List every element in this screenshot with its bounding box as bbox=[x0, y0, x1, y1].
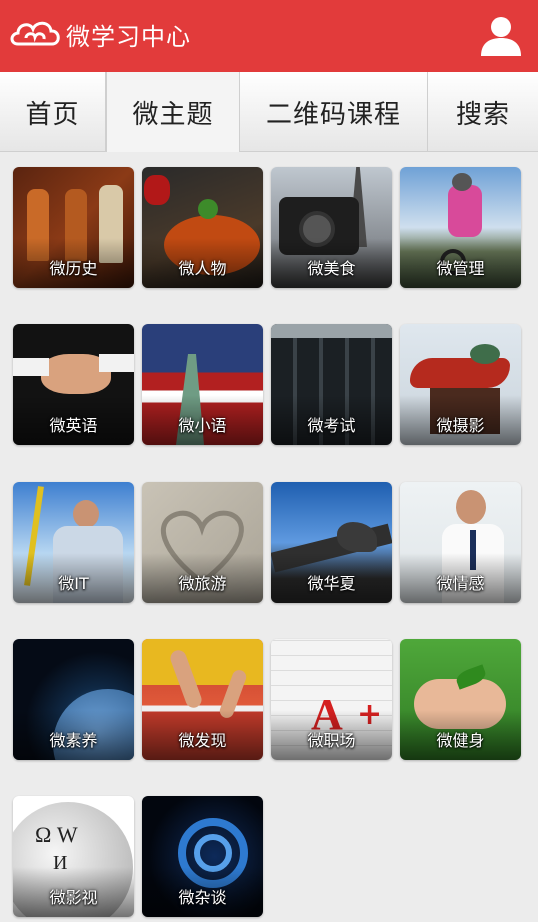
tile-label: 微管理 bbox=[436, 259, 485, 278]
app-logo[interactable]: 微学习中心 bbox=[8, 16, 191, 52]
tab-micro-topics[interactable]: 微主题 bbox=[106, 72, 240, 152]
tab-qrcode-courses[interactable]: 二维码课程 bbox=[240, 72, 428, 152]
topic-tile-photography[interactable]: 微摄影 bbox=[400, 324, 521, 445]
tile-label: 微健身 bbox=[436, 731, 485, 750]
app-header: 微学习中心 bbox=[0, 0, 538, 72]
topic-tile-it[interactable]: 微IT bbox=[13, 482, 134, 603]
topic-tile-china[interactable]: 微华夏 bbox=[271, 482, 392, 603]
topic-tile-fitness[interactable]: 微健身 bbox=[400, 639, 521, 760]
topic-tile-food[interactable]: 微美食 bbox=[271, 167, 392, 288]
tile-label: 微美食 bbox=[307, 259, 356, 278]
app-title: 微学习中心 bbox=[66, 22, 191, 51]
tile-label: 微IT bbox=[58, 574, 89, 593]
topic-tile-discovery[interactable]: 微发现 bbox=[142, 639, 263, 760]
tile-label: 微人物 bbox=[178, 259, 227, 278]
topic-tile-english[interactable]: 微英语 bbox=[13, 324, 134, 445]
tile-label: 微考试 bbox=[307, 416, 356, 435]
tile-label: 微杂谈 bbox=[178, 888, 227, 907]
tab-home[interactable]: 首页 bbox=[0, 72, 106, 152]
topic-tile-emotion[interactable]: 微情感 bbox=[400, 482, 521, 603]
tile-label: 微旅游 bbox=[178, 574, 227, 593]
topic-tile-management[interactable]: 微管理 bbox=[400, 167, 521, 288]
topic-tile-misc-talk[interactable]: 微杂谈 bbox=[142, 796, 263, 917]
topic-tile-history[interactable]: 微历史 bbox=[13, 167, 134, 288]
tile-label: 微历史 bbox=[49, 259, 98, 278]
tile-label: 微英语 bbox=[49, 416, 98, 435]
topic-tile-travel[interactable]: 微旅游 bbox=[142, 482, 263, 603]
tile-label: 微发现 bbox=[178, 731, 227, 750]
tab-search[interactable]: 搜索 bbox=[428, 72, 538, 152]
tile-label: 微素养 bbox=[49, 731, 98, 750]
topic-tile-exam[interactable]: 微考试 bbox=[271, 324, 392, 445]
tile-label: 微职场 bbox=[307, 731, 356, 750]
user-icon bbox=[481, 17, 521, 56]
topic-tile-people[interactable]: 微人物 bbox=[142, 167, 263, 288]
tile-label: 微摄影 bbox=[436, 416, 485, 435]
topic-tile-minor-language[interactable]: 微小语 bbox=[142, 324, 263, 445]
tile-label: 微华夏 bbox=[307, 574, 356, 593]
tab-bar: 首页 微主题 二维码课程 搜索 bbox=[0, 72, 538, 152]
tile-label: 微小语 bbox=[178, 416, 227, 435]
topic-tile-literacy[interactable]: 微素养 bbox=[13, 639, 134, 760]
tile-label: 微情感 bbox=[436, 574, 485, 593]
user-profile-button[interactable] bbox=[478, 12, 524, 58]
topic-tile-workplace[interactable]: A + 微职场 bbox=[271, 639, 392, 760]
topic-tile-film[interactable]: Ω W И 微影视 bbox=[13, 796, 134, 917]
cloud-icon bbox=[10, 21, 60, 46]
tile-label: 微影视 bbox=[49, 888, 98, 907]
